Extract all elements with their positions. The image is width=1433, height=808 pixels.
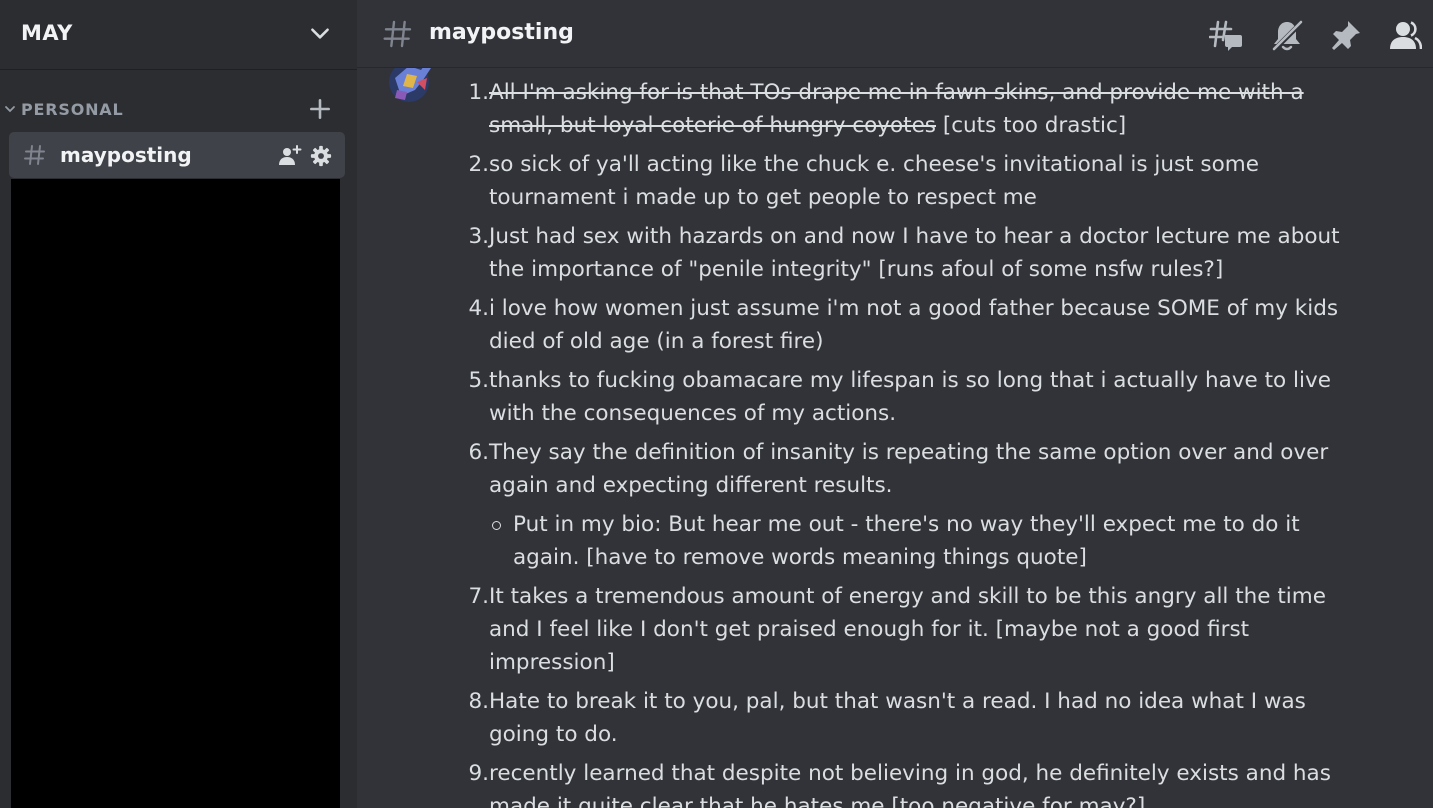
list-item: 1. All I'm asking for is that TOs drape …: [457, 76, 1357, 142]
bullet-icon: [492, 521, 501, 530]
list-number: 2.: [468, 152, 489, 177]
message-list[interactable]: 1. All I'm asking for is that TOs drape …: [357, 0, 1433, 808]
sidebar-channel-label: mayposting: [60, 143, 192, 167]
channel-header: mayposting: [357, 0, 1433, 68]
list-number: 9.: [468, 761, 489, 786]
list-number: 3.: [468, 224, 489, 249]
members-icon[interactable]: [1388, 18, 1422, 52]
list-number: 8.: [468, 689, 489, 714]
pin-icon[interactable]: [1329, 18, 1363, 52]
bell-slash-icon[interactable]: [1270, 18, 1304, 52]
struck-text: All I'm asking for is that TOs drape me …: [489, 80, 1304, 138]
post-list: 1. All I'm asking for is that TOs drape …: [457, 76, 1357, 808]
hash-icon: [383, 20, 412, 48]
sidebar-item-mayposting[interactable]: mayposting: [9, 132, 345, 178]
list-item: 5. thanks to fucking obamacare my lifesp…: [457, 364, 1357, 430]
threads-icon[interactable]: [1209, 18, 1243, 52]
list-number: 4.: [468, 296, 489, 321]
item-text: recently learned that despite not believ…: [489, 761, 1331, 808]
item-text: so sick of ya'll acting like the chuck e…: [489, 152, 1259, 210]
item-text: Hate to break it to you, pal, but that w…: [489, 689, 1306, 747]
item-note: [cuts too drastic]: [936, 113, 1127, 138]
list-item: 3. Just had sex with hazards on and now …: [457, 220, 1357, 286]
chevron-down-icon[interactable]: [307, 20, 333, 46]
list-number: 1.: [468, 80, 489, 105]
item-text: Just had sex with hazards on and now I h…: [489, 224, 1340, 282]
chat-area: 1. All I'm asking for is that TOs drape …: [357, 0, 1433, 808]
category-chevron-icon[interactable]: [4, 103, 16, 115]
channel-sidebar: MAY PERSONAL mayposting: [0, 0, 357, 808]
category-label: PERSONAL: [21, 100, 124, 119]
list-number: 7.: [468, 584, 489, 609]
list-item: 6. They say the definition of insanity i…: [457, 436, 1357, 574]
item-text: They say the definition of insanity is r…: [489, 440, 1329, 498]
list-item: 9. recently learned that despite not bel…: [457, 757, 1357, 808]
add-member-icon[interactable]: [278, 144, 302, 166]
list-number: 6.: [468, 440, 489, 465]
gear-icon[interactable]: [310, 145, 332, 167]
list-item: 4. i love how women just assume i'm not …: [457, 292, 1357, 358]
list-item: 8. Hate to break it to you, pal, but tha…: [457, 685, 1357, 751]
page-title: mayposting: [429, 20, 574, 45]
plus-icon[interactable]: [307, 96, 333, 122]
server-name: MAY: [21, 21, 73, 45]
category-personal[interactable]: PERSONAL: [0, 96, 357, 128]
sub-item-text: Put in my bio: But hear me out - there's…: [513, 512, 1300, 570]
sub-list: Put in my bio: But hear me out - there's…: [489, 508, 1357, 574]
list-number: 5.: [468, 368, 489, 393]
hash-icon: [24, 145, 45, 165]
server-header[interactable]: MAY: [0, 0, 357, 70]
redacted-area: [11, 179, 340, 808]
list-item: 2. so sick of ya'll acting like the chuc…: [457, 148, 1357, 214]
sub-list-item: Put in my bio: But hear me out - there's…: [489, 508, 1357, 574]
list-item: 7. It takes a tremendous amount of energ…: [457, 580, 1357, 679]
item-text: thanks to fucking obamacare my lifespan …: [489, 368, 1331, 426]
item-text: It takes a tremendous amount of energy a…: [489, 584, 1326, 675]
item-text: i love how women just assume i'm not a g…: [489, 296, 1339, 354]
